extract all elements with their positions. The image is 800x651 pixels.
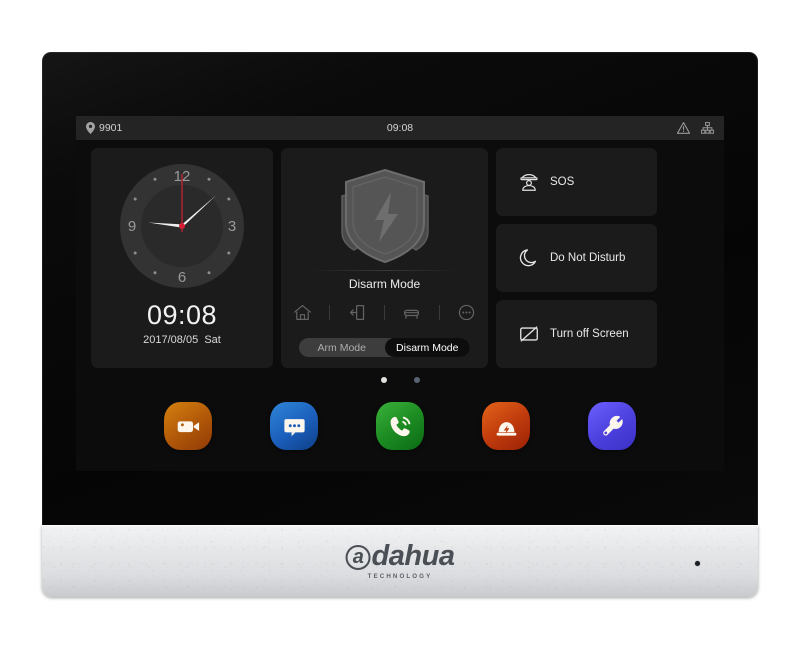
brand-wordmark: a dahua (345, 540, 455, 572)
brand-initial: a (345, 545, 371, 570)
guard-sos-icon (520, 174, 538, 191)
analog-clock: 12 3 6 9 (120, 164, 244, 288)
statusbar-time: 09:08 (386, 122, 414, 134)
arm-mode-widget[interactable]: Disarm Mode Arm Mode Disarm Mode (281, 148, 488, 368)
away-mode-icon[interactable] (348, 303, 367, 322)
location-pin-icon (86, 122, 95, 134)
device-lower-bezel: a dahua TECHNOLOGY (42, 525, 758, 597)
dock-item-alarm[interactable] (482, 402, 530, 450)
date-display: 2017/08/05 Sat (91, 334, 273, 346)
dock-item-message[interactable] (270, 402, 318, 450)
weekday-text: Sat (204, 334, 221, 346)
brand-name: dahua (371, 540, 455, 572)
quick-action-column: SOS Do Not Disturb Turn off Screen (496, 148, 657, 368)
do-not-disturb-label: Do Not Disturb (550, 252, 626, 264)
mode-icon-row (293, 303, 476, 322)
arm-status-label: Disarm Mode (348, 277, 421, 291)
app-dock (76, 402, 724, 450)
crescent-moon-icon (519, 249, 537, 267)
device-screen: 10261 10261 10261 10261 10261 9901 09:08 (76, 116, 724, 471)
room-indicator[interactable]: 9901 (86, 122, 122, 134)
home-mode-icon[interactable] (293, 303, 312, 322)
sos-label: SOS (550, 176, 575, 188)
brand-logo: a dahua TECHNOLOGY (345, 540, 455, 580)
warning-triangle-icon[interactable] (677, 122, 690, 134)
sos-button[interactable]: SOS (496, 148, 657, 216)
wrench-icon (602, 415, 623, 435)
svg-text:3: 3 (228, 218, 236, 235)
dock-item-call[interactable] (376, 402, 424, 450)
message-bubble-icon (283, 418, 305, 436)
intercom-device: 10261 10261 10261 10261 10261 9901 09:08 (42, 52, 758, 597)
screen-off-icon (520, 326, 538, 342)
disarm-mode-option[interactable]: Disarm Mode (384, 338, 470, 357)
status-bar: 9901 09:08 (76, 116, 724, 140)
phone-call-icon (390, 416, 410, 436)
date-text: 2017/08/05 (143, 334, 199, 346)
microphone-hole (695, 561, 700, 566)
arm-mode-option[interactable]: Arm Mode (299, 338, 385, 357)
arm-mode-segmented-control[interactable]: Arm Mode Disarm Mode (299, 338, 470, 357)
page-dot-1[interactable] (380, 377, 387, 383)
turn-off-screen-label: Turn off Screen (550, 328, 629, 340)
widget-row: 12 3 6 9 09:08 2017/08/05 Sat Disarm Mod… (91, 148, 709, 368)
more-modes-icon[interactable] (457, 303, 476, 322)
video-camera-icon (177, 420, 199, 432)
room-number: 9901 (99, 122, 123, 134)
mode-separator (383, 305, 385, 320)
sleep-mode-icon[interactable] (402, 303, 421, 322)
mode-separator (329, 305, 331, 320)
network-topology-icon[interactable] (701, 122, 714, 134)
clock-widget[interactable]: 12 3 6 9 09:08 2017/08/05 Sat (91, 148, 273, 368)
home-content: 12 3 6 9 09:08 2017/08/05 Sat Disarm Mod… (76, 140, 724, 471)
page-dot-2[interactable] (413, 377, 420, 383)
svg-text:6: 6 (178, 269, 186, 286)
triple-shield-bolt-icon (340, 168, 429, 264)
svg-text:9: 9 (128, 218, 136, 235)
dock-item-monitor[interactable] (164, 402, 212, 450)
digital-time: 09:08 (146, 300, 218, 330)
arm-divider (309, 270, 460, 271)
page-indicator (76, 377, 724, 383)
turn-off-screen-button[interactable]: Turn off Screen (496, 300, 657, 368)
alarm-siren-icon (496, 421, 516, 436)
brand-subtitle: TECHNOLOGY (367, 573, 433, 580)
mode-separator (438, 305, 440, 320)
dock-item-settings[interactable] (588, 402, 636, 450)
do-not-disturb-button[interactable]: Do Not Disturb (496, 224, 657, 292)
